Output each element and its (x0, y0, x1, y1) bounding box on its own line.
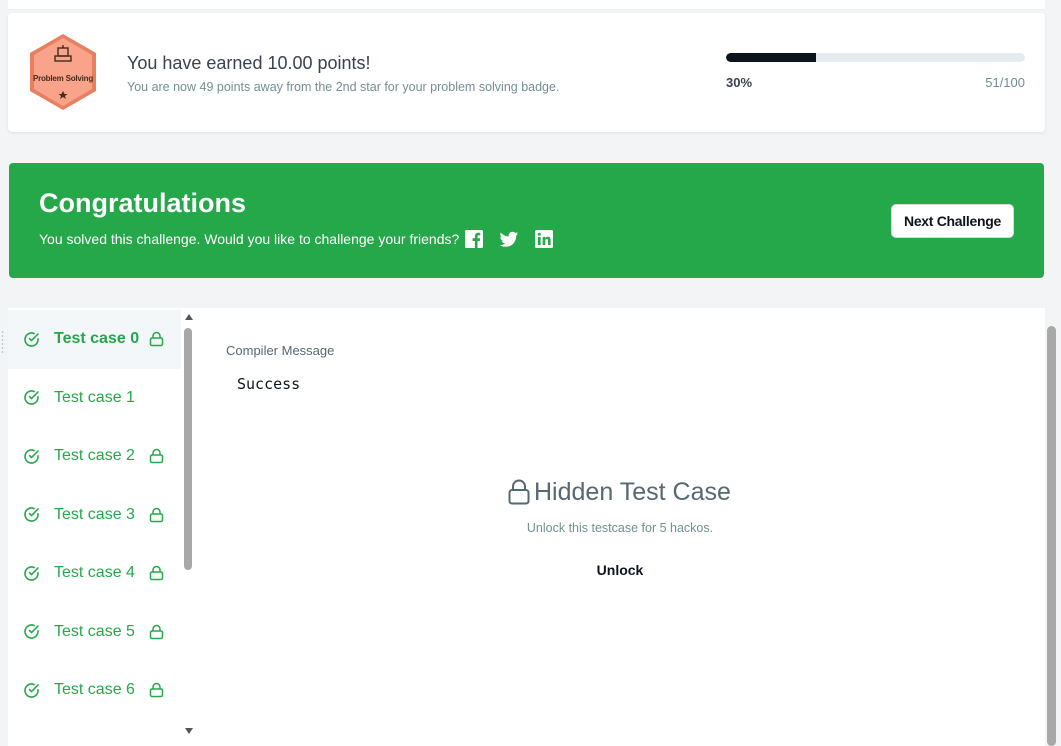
test-case-label: Test case 4 (54, 564, 135, 582)
test-case-label: Test case 1 (54, 388, 135, 406)
test-case-list: Test case 0 Test case 1 Test case 2 Test ca… (8, 310, 181, 720)
points-earned-subtitle: You are now 49 points away from the 2nd … (127, 80, 560, 94)
badge-label: Problem Solving (32, 74, 94, 83)
points-card: Problem Solving You have earned 10.00 po… (8, 13, 1045, 132)
page: Problem Solving You have earned 10.00 po… (0, 0, 1061, 746)
lock-icon (149, 682, 164, 698)
test-case-item[interactable]: Test case 1 (8, 369, 181, 428)
test-case-item[interactable]: Test case 2 (8, 427, 181, 486)
progress-count: 51/100 (985, 75, 1025, 90)
badge-progress-bar (726, 53, 1025, 62)
check-circle-icon (24, 390, 39, 406)
hidden-test-case-subtitle: Unlock this testcase for 5 hackos. (526, 521, 714, 535)
check-circle-icon (24, 332, 39, 347)
points-earned-title: You have earned 10.00 points! (127, 53, 371, 73)
badge-hexagon-icon (30, 34, 96, 110)
banner-subtitle: You solved this challenge. Would you lik… (39, 231, 460, 247)
check-circle-icon (24, 566, 39, 581)
page-scrollbar-thumb[interactable] (1047, 326, 1056, 746)
lock-icon (508, 479, 530, 505)
badge-progress-fill (726, 53, 816, 62)
lock-icon (149, 448, 164, 464)
linkedin-icon[interactable] (534, 229, 554, 249)
lock-icon (149, 331, 164, 347)
compiler-message-label: Compiler Message (226, 343, 335, 358)
test-case-item[interactable]: Test case 5 (8, 603, 181, 662)
congratulations-banner: Congratulations You solved this challeng… (9, 163, 1044, 278)
test-case-label: Test case 0 (54, 330, 140, 348)
results-panel: Test case 0 Test case 1 Test case 2 Test ca… (8, 308, 1045, 746)
check-circle-icon (24, 449, 39, 464)
facebook-icon[interactable] (464, 229, 484, 249)
test-case-item[interactable]: Test case 6 (8, 661, 181, 720)
top-strip (8, 0, 1045, 10)
unlock-button[interactable]: Unlock (582, 562, 658, 578)
check-circle-icon (24, 624, 39, 640)
lock-icon (149, 565, 164, 581)
next-challenge-button[interactable]: Next Challenge (891, 204, 1014, 238)
test-case-label: Test case 6 (54, 681, 135, 699)
hidden-test-case-title-text: Hidden Test Case (534, 477, 731, 506)
compiler-message-output: Success (237, 375, 301, 393)
scroll-down-arrow-icon[interactable] (185, 728, 193, 734)
test-case-item[interactable]: Test case 4 (8, 544, 181, 603)
banner-title: Congratulations (39, 188, 246, 218)
lock-icon (149, 624, 164, 639)
test-case-item[interactable]: Test case 0 (8, 310, 181, 369)
hidden-test-case-title: Hidden Test Case (508, 477, 731, 507)
test-case-item[interactable]: Test case 3 (8, 486, 181, 545)
check-circle-icon (24, 683, 39, 698)
problem-solving-badge[interactable]: Problem Solving (26, 32, 100, 112)
test-case-label: Test case 5 (54, 622, 135, 640)
scroll-up-arrow-icon[interactable] (185, 314, 193, 320)
test-case-label: Test case 2 (54, 447, 135, 465)
progress-percent: 30% (726, 75, 753, 90)
panel-drag-handle-icon[interactable] (1, 330, 4, 354)
twitter-icon[interactable] (499, 229, 519, 249)
